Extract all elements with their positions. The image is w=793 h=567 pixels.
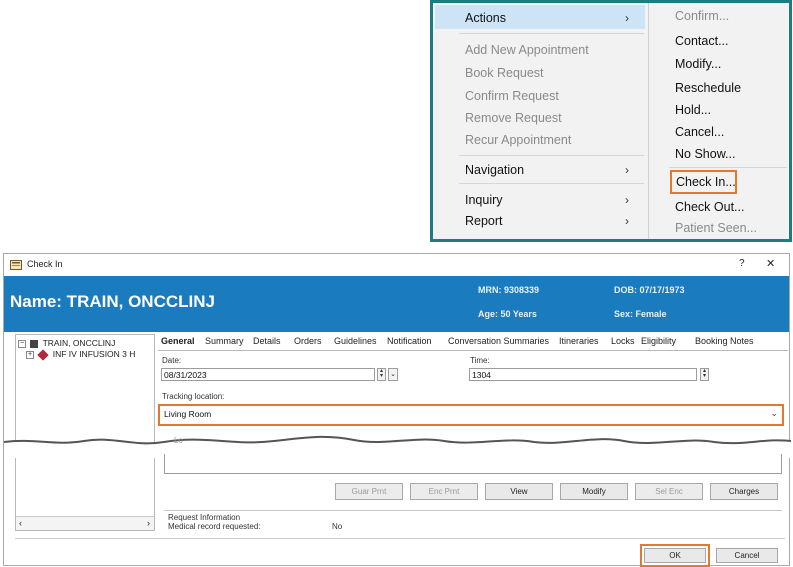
chevron-right-icon: › xyxy=(625,214,629,228)
ok-button[interactable]: OK xyxy=(644,548,706,563)
appointment-icon xyxy=(37,349,50,361)
submenu-item-patient-seen: Patient Seen... xyxy=(675,221,758,235)
menu-item-book-request: Book Request xyxy=(465,66,544,80)
tree-row-appointment[interactable]: + INF IV INFUSION 3 H xyxy=(26,349,136,361)
submenu-item-check-out[interactable]: Check Out... xyxy=(675,200,744,214)
cancel-button[interactable]: Cancel xyxy=(716,548,778,563)
submenu-item-reschedule[interactable]: Reschedule xyxy=(675,81,741,95)
tab-notification[interactable]: Notification xyxy=(387,336,432,346)
menu-item-add-new-appointment: Add New Appointment xyxy=(465,43,589,57)
tab-itineraries[interactable]: Itineraries xyxy=(559,336,599,346)
menu-item-report[interactable]: Report xyxy=(465,214,503,228)
chevron-right-icon: › xyxy=(625,193,629,207)
footer-divider xyxy=(15,538,785,539)
time-field[interactable]: 1304 xyxy=(469,368,697,381)
medical-record-value: No xyxy=(332,522,343,531)
dob-value: DOB: 07/17/1973 xyxy=(614,285,685,295)
dialog-title: Check In xyxy=(27,259,63,269)
menu-item-recur-appointment: Recur Appointment xyxy=(465,133,572,147)
menu-separator xyxy=(459,33,644,34)
date-dropdown-button[interactable]: ⌄ xyxy=(388,368,398,381)
tracking-location-label: Tracking location: xyxy=(162,392,225,401)
check-in-dialog: Check In ? ✕ Name: TRAIN, ONCCLINJ MRN: … xyxy=(3,253,791,567)
chevron-right-icon: › xyxy=(625,11,629,25)
view-button[interactable]: View xyxy=(485,483,553,500)
tab-general[interactable]: General xyxy=(161,336,195,346)
tracking-location-select[interactable]: Living Room xyxy=(162,408,780,422)
medical-record-label: Medical record requested: xyxy=(168,522,261,531)
submenu-item-no-show[interactable]: No Show... xyxy=(675,147,735,161)
time-spinner[interactable]: ▴ ▾ xyxy=(700,368,709,381)
tab-strip: General Summary Details Orders Guideline… xyxy=(158,334,786,350)
submenu-item-confirm: Confirm... xyxy=(675,9,730,23)
guar-prnt-button: Guar Prnt xyxy=(335,483,403,500)
patient-banner: Name: TRAIN, ONCCLINJ MRN: 9308339 DOB: … xyxy=(4,276,789,332)
modify-button[interactable]: Modify xyxy=(560,483,628,500)
sex-value: Sex: Female xyxy=(614,309,667,319)
patient-name: Name: TRAIN, ONCCLINJ xyxy=(10,292,215,311)
tree-appointment-label: INF IV INFUSION 3 H xyxy=(52,349,136,359)
request-information-group: Request Information Medical record reque… xyxy=(164,510,782,532)
help-button[interactable]: ? xyxy=(739,258,745,269)
tree-horizontal-scrollbar[interactable]: ‹ › xyxy=(16,516,154,530)
menu-item-inquiry[interactable]: Inquiry xyxy=(465,193,503,207)
main-menu: Actions › Add New Appointment Book Reque… xyxy=(433,3,648,239)
age-value: Age: 50 Years xyxy=(478,309,537,319)
submenu-item-hold[interactable]: Hold... xyxy=(675,103,711,117)
date-spinner[interactable]: ▴ ▾ xyxy=(377,368,386,381)
tab-locks[interactable]: Locks xyxy=(611,336,635,346)
chevron-down-icon[interactable]: ⌄ xyxy=(770,408,778,419)
time-label: Time: xyxy=(470,356,490,365)
menu-separator xyxy=(459,155,644,156)
tab-conversation-summaries[interactable]: Conversation Summaries xyxy=(448,336,549,346)
context-menu: Actions › Add New Appointment Book Reque… xyxy=(430,0,792,242)
tab-orders[interactable]: Orders xyxy=(294,336,322,346)
charges-button[interactable]: Charges xyxy=(710,483,778,500)
mrn-value: MRN: 9308339 xyxy=(478,285,540,295)
title-bar: Check In ? ✕ xyxy=(4,254,789,276)
tree-row-patient[interactable]: − TRAIN, ONCCLINJ xyxy=(18,338,115,348)
tracking-location-highlight-box: Living Room ⌄ xyxy=(158,404,784,426)
tab-details[interactable]: Details xyxy=(253,336,281,346)
submenu-item-check-in[interactable]: Check In... xyxy=(676,175,736,189)
app-icon xyxy=(10,258,22,270)
menu-separator xyxy=(669,167,787,168)
patient-icon xyxy=(30,339,39,348)
tab-booking-notes[interactable]: Booking Notes xyxy=(695,336,754,346)
submenu-item-modify[interactable]: Modify... xyxy=(675,57,721,71)
actions-submenu: Confirm... Contact... Modify... Reschedu… xyxy=(648,3,789,239)
tab-divider xyxy=(158,350,788,351)
partial-hidden-label: Lo xyxy=(174,436,183,445)
menu-separator xyxy=(459,183,644,184)
menu-item-actions[interactable]: Actions xyxy=(465,11,506,25)
tab-eligibility[interactable]: Eligibility xyxy=(641,336,676,346)
close-button[interactable]: ✕ xyxy=(766,257,775,270)
date-field[interactable]: 08/31/2023 xyxy=(161,368,375,381)
request-information-heading: Request Information xyxy=(168,513,241,522)
collapse-icon[interactable]: − xyxy=(18,339,26,348)
menu-item-remove-request: Remove Request xyxy=(465,111,562,125)
sel-enc-button: Sel Enc xyxy=(635,483,703,500)
tab-summary[interactable]: Summary xyxy=(205,336,244,346)
submenu-item-cancel[interactable]: Cancel... xyxy=(675,125,724,139)
chevron-right-icon: › xyxy=(625,163,629,177)
menu-item-confirm-request: Confirm Request xyxy=(465,89,559,103)
menu-item-navigation[interactable]: Navigation xyxy=(465,163,524,177)
tab-guidelines[interactable]: Guidelines xyxy=(334,336,377,346)
tree-patient-label: TRAIN, ONCCLINJ xyxy=(42,338,116,348)
enc-prnt-button: Enc Prnt xyxy=(410,483,478,500)
notes-textbox[interactable] xyxy=(164,454,782,474)
scroll-right-icon[interactable]: › xyxy=(147,518,150,528)
submenu-item-contact[interactable]: Contact... xyxy=(675,34,729,48)
scroll-left-icon[interactable]: ‹ xyxy=(19,518,22,528)
expand-icon[interactable]: + xyxy=(26,350,34,359)
date-label: Date: xyxy=(162,356,182,365)
